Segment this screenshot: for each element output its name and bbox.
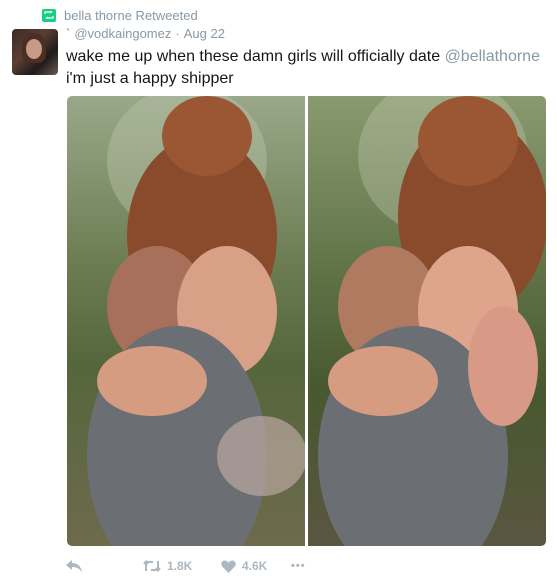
- tweet-meta: ` @vodkaingomez · Aug 22: [66, 26, 225, 41]
- tweet-card[interactable]: bella thorne Retweeted ` @vodkaingomez ·…: [0, 0, 557, 585]
- more-icon[interactable]: •••: [291, 560, 306, 572]
- mention-link[interactable]: @bellathorne: [445, 48, 540, 65]
- retweeted-by-label[interactable]: bella thorne Retweeted: [64, 8, 198, 23]
- like-count: 4.6K: [242, 559, 268, 573]
- heart-icon: [221, 559, 236, 573]
- photo-right[interactable]: [308, 96, 546, 546]
- reply-icon: [66, 560, 82, 572]
- retweet-button[interactable]: 1.8K: [143, 559, 221, 573]
- meta-separator: ·: [175, 26, 180, 41]
- retweet-badge-icon: [42, 8, 56, 22]
- like-button[interactable]: 4.6K: [221, 559, 291, 573]
- retweet-count: 1.8K: [167, 559, 193, 573]
- tweet-date[interactable]: Aug 22: [184, 26, 225, 41]
- reply-button[interactable]: [66, 560, 143, 572]
- tweet-text: wake me up when these damn girls will of…: [66, 46, 546, 90]
- author-handle[interactable]: @vodkaingomez: [74, 26, 171, 41]
- tweet-actions: 1.8K 4.6K •••: [66, 556, 386, 576]
- tweet-media[interactable]: [67, 96, 546, 546]
- photo-left[interactable]: [67, 96, 305, 546]
- avatar[interactable]: [12, 29, 58, 75]
- tweet-text-part: i'm just a happy shipper: [66, 70, 234, 87]
- tweet-text-part: wake me up when these damn girls will of…: [66, 48, 445, 65]
- retweet-context: bella thorne Retweeted: [42, 7, 198, 23]
- retweet-icon: [143, 560, 161, 572]
